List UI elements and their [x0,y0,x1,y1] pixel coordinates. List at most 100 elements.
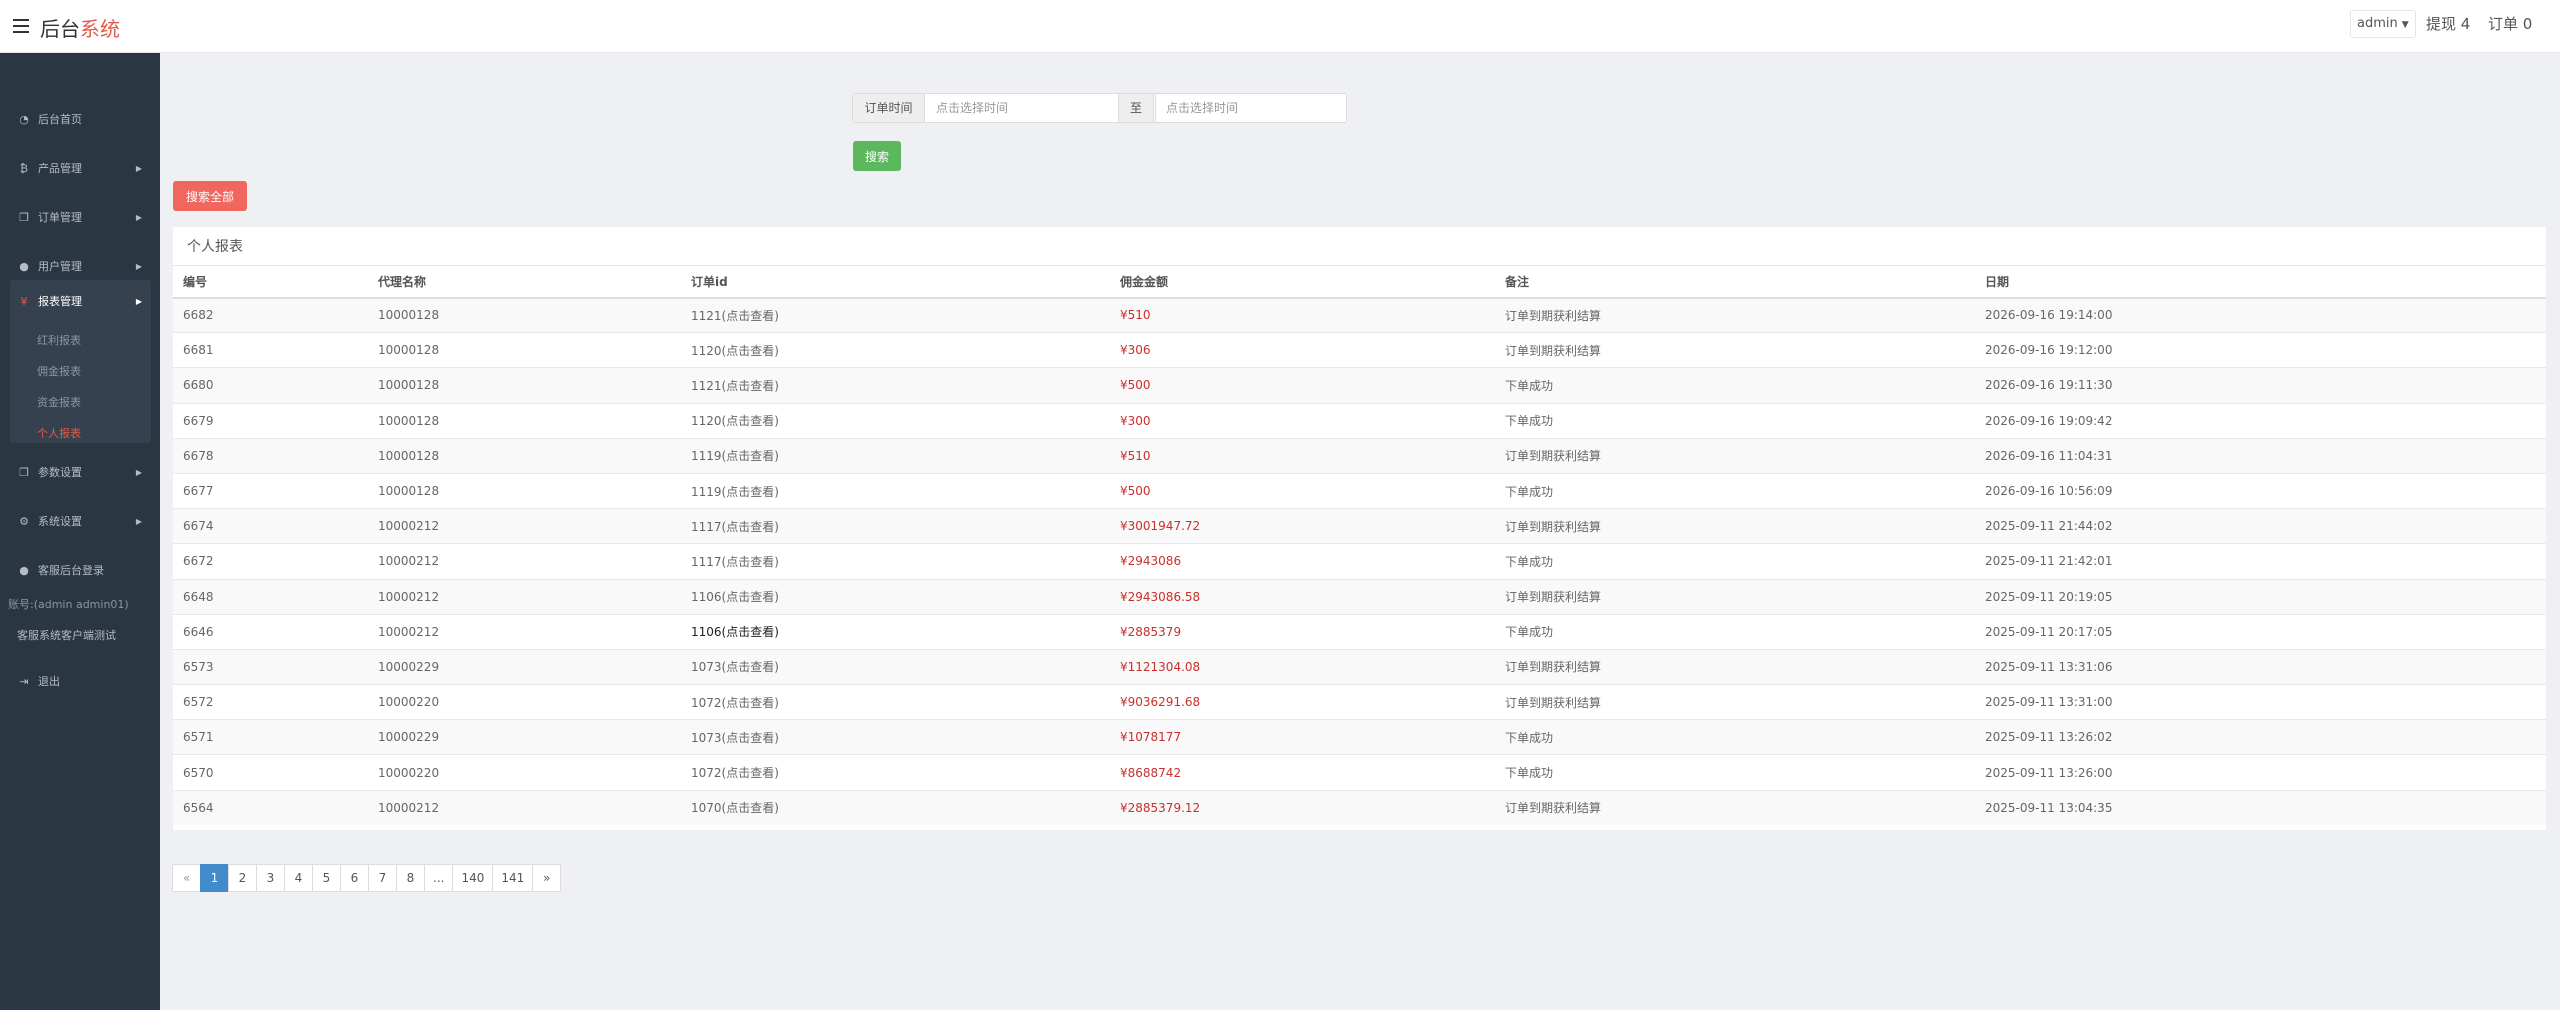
user-dropdown[interactable]: admin ▼ [2350,10,2416,38]
column-header: 备注 [1495,265,1975,299]
orders-link[interactable]: 订单 0 [2488,13,2532,34]
cell-id: 6678 [173,437,368,474]
cell-agent: 10000128 [368,367,681,404]
table-row: 6564 10000212 1070(点击查看) ¥2885379.12 订单到期获利结… [173,789,2546,826]
cell-order-link[interactable]: 1072(点击查看) [681,684,1110,720]
sidebar-item-params[interactable]: ❐ 参数设置 ▶ [0,458,160,488]
yen-icon: ¥ [20,295,28,308]
cell-amount: ¥2943086 [1110,543,1495,579]
user-name: admin [2357,16,2398,31]
end-date-input[interactable] [1155,94,1345,122]
page-button[interactable]: 140 [452,864,494,892]
withdraw-link[interactable]: 提现 4 [2426,13,2470,34]
cell-order-link[interactable]: 1072(点击查看) [681,754,1110,791]
cell-agent: 10000128 [368,332,681,368]
page-button[interactable]: ... [424,864,454,892]
cell-amount: ¥8688742 [1110,754,1495,791]
cell-date: 2026-09-16 19:11:30 [1975,367,2546,404]
sidebar-item-home[interactable]: ◔ 后台首页 [0,105,160,135]
table-row: 6674 10000212 1117(点击查看) ¥3001947.72 订单到期获利结… [173,508,2546,544]
search-all-button[interactable]: 搜索全部 [173,181,247,211]
sidebar-item-label: 产品管理 [38,162,82,175]
cell-amount: ¥1078177 [1110,719,1495,755]
sidebar-item-orders[interactable]: ❐ 订单管理 ▶ [0,203,160,233]
page-button[interactable]: 3 [256,864,285,892]
pagination: «1 2 3 4 5 6 7 8... 140 141» [172,864,562,892]
page-button[interactable]: 8 [396,864,425,892]
cell-id: 6648 [173,578,368,615]
sidebar-item-support-test[interactable]: 客服系统客户端测试 [17,627,116,643]
cell-note: 订单到期获利结算 [1495,437,1975,474]
sidebar-item-label: 订单管理 [38,211,82,224]
cell-order-link[interactable]: 1106(点击查看) [681,578,1110,615]
cell-order-link[interactable]: 1119(点击查看) [681,472,1110,509]
page-button[interactable]: 1 [200,864,229,892]
page-button[interactable]: 7 [368,864,397,892]
sidebar-subitem-commission-report[interactable]: 佣金报表 [37,363,81,379]
cell-date: 2026-09-16 19:14:00 [1975,296,2546,333]
cell-note: 订单到期获利结算 [1495,332,1975,368]
cell-note: 下单成功 [1495,543,1975,579]
cell-order-link[interactable]: 1106(点击查看) [681,613,1110,650]
cell-order-link[interactable]: 1120(点击查看) [681,402,1110,439]
next-page-button[interactable]: » [532,864,562,892]
chevron-right-icon: ▶ [135,213,142,222]
sidebar-item-system[interactable]: ⚙ 系统设置 ▶ [0,507,160,537]
cell-order-link[interactable]: 1117(点击查看) [681,543,1110,579]
cell-order-link[interactable]: 1121(点击查看) [681,296,1110,333]
sidebar-subitem-dividend-report[interactable]: 红利报表 [37,332,81,348]
report-table: 编号 代理名称 订单id 佣金金额 备注 日期 6682 10000128 1121… [173,265,2546,826]
sidebar-item-reports[interactable]: ¥ 报表管理 ▶ [0,287,160,317]
sidebar-subitem-personal-report[interactable]: 个人报表 [37,425,81,441]
page-button[interactable]: 6 [340,864,369,892]
cell-order-link[interactable]: 1121(点击查看) [681,367,1110,404]
cell-agent: 10000212 [368,578,681,615]
cell-order-link[interactable]: 1070(点击查看) [681,789,1110,826]
page-button[interactable]: 4 [284,864,313,892]
page-button[interactable]: 5 [312,864,341,892]
cell-note: 下单成功 [1495,402,1975,439]
cell-date: 2025-09-11 21:44:02 [1975,508,2546,544]
cell-order-link[interactable]: 1073(点击查看) [681,648,1110,685]
table-row: 6680 10000128 1121(点击查看) ¥500 下单成功 2026-09-16… [173,367,2546,404]
table-row: 6648 10000212 1106(点击查看) ¥2943086.58 订单到期获利结… [173,578,2546,615]
menu-toggle-icon[interactable] [13,19,29,33]
start-date-input[interactable] [926,94,1116,122]
column-header: 佣金金额 [1110,265,1495,299]
sidebar-item-users[interactable]: ● 用户管理 ▶ [0,252,160,282]
column-header: 日期 [1975,265,2546,299]
sidebar-subitem-funds-report[interactable]: 资金报表 [37,394,81,410]
sidebar-item-products[interactable]: ₿ 产品管理 ▶ [0,154,160,184]
cell-agent: 10000220 [368,684,681,720]
cell-agent: 10000212 [368,789,681,826]
cell-id: 6681 [173,332,368,368]
page-button[interactable]: 141 [492,864,534,892]
cell-amount: ¥500 [1110,472,1495,509]
dashboard-icon: ◔ [19,113,29,126]
sidebar-item-support-login[interactable]: ● 客服后台登录 [0,556,160,586]
cell-note: 下单成功 [1495,719,1975,755]
brand-accent: 系统 [80,17,120,41]
search-button[interactable]: 搜索 [853,141,901,171]
table-row: 6672 10000212 1117(点击查看) ¥2943086 下单成功 2025-0… [173,543,2546,579]
table-row: 6571 10000229 1073(点击查看) ¥1078177 下单成功 2025-0… [173,719,2546,755]
sidebar: ◔ 后台首页 ₿ 产品管理 ▶ ❐ 订单管理 ▶ ● 用户管理 ▶ ¥ 报表管理… [0,53,160,1010]
cell-date: 2025-09-11 13:31:00 [1975,684,2546,720]
table-row: 6677 10000128 1119(点击查看) ¥500 下单成功 2026-09-16… [173,472,2546,509]
cell-order-link[interactable]: 1120(点击查看) [681,332,1110,368]
cell-date: 2026-09-16 11:04:31 [1975,437,2546,474]
account-info: 账号:(admin admin01) [8,598,129,611]
user-icon: ● [19,564,29,577]
chevron-right-icon: ▶ [135,262,142,271]
brand-logo[interactable]: 后台系统 [40,13,120,42]
cell-amount: ¥510 [1110,437,1495,474]
sidebar-item-logout[interactable]: ⇥ 退出 [0,667,160,697]
page-button[interactable]: 2 [228,864,257,892]
cell-order-link[interactable]: 1117(点击查看) [681,508,1110,544]
prev-page-button[interactable]: « [172,864,201,892]
cell-order-link[interactable]: 1073(点击查看) [681,719,1110,755]
cell-note: 订单到期获利结算 [1495,648,1975,685]
column-header: 代理名称 [368,265,681,299]
cell-order-link[interactable]: 1119(点击查看) [681,437,1110,474]
sidebar-item-label: 用户管理 [38,260,82,273]
